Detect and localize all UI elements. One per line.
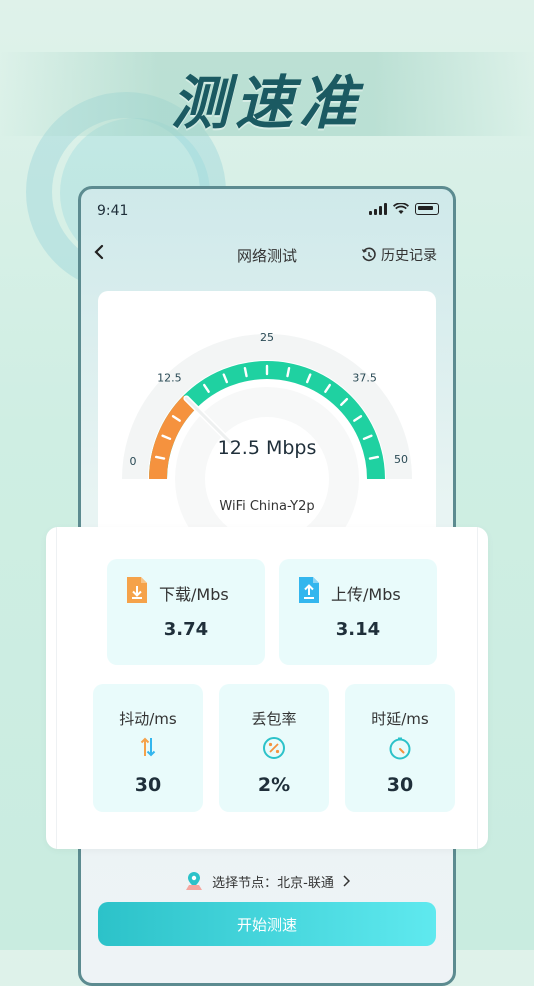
- stats-panel: 下载/Mbs 3.74 上传/Mbs 3.14 抖动/ms 30 丢包率 2% …: [46, 527, 488, 849]
- speed-gauge-card: 0 12.5 25 37.5 50 12.5 Mbps WiFi China-Y2p: [98, 291, 436, 541]
- upload-label: 上传/Mbs: [331, 585, 401, 604]
- jitter-stat-card: 抖动/ms 30: [93, 684, 203, 812]
- speed-gauge: 012.52537.550: [122, 331, 412, 531]
- history-button[interactable]: 历史记录: [361, 245, 437, 265]
- timer-icon: [389, 737, 411, 760]
- jitter-arrows-icon: [140, 737, 156, 757]
- signal-icon: [369, 203, 387, 215]
- gauge-speed-readout: 12.5 Mbps: [217, 437, 317, 459]
- jitter-value: 30: [134, 774, 162, 796]
- latency-stat-card: 时延/ms 30: [345, 684, 455, 812]
- gauge-tick-label: 12.5: [157, 371, 182, 384]
- packet-loss-value: 2%: [257, 774, 291, 796]
- node-label: 选择节点：北京-联通: [212, 875, 334, 891]
- status-icons: [369, 203, 439, 215]
- jitter-label: 抖动/ms: [119, 710, 177, 728]
- gauge-tick: [286, 366, 291, 378]
- upload-file-icon: [299, 577, 319, 603]
- chevron-right-icon: [343, 875, 350, 887]
- download-value: 3.74: [163, 619, 209, 640]
- packet-loss-label: 丢包率: [251, 710, 297, 728]
- wifi-icon: [393, 203, 409, 214]
- gauge-tick-label: 37.5: [352, 371, 377, 384]
- gauge-tick-label: 25: [260, 331, 274, 344]
- status-time: 9:41: [97, 203, 129, 219]
- download-stat-card: 下载/Mbs 3.74: [107, 559, 265, 665]
- battery-icon: [415, 203, 439, 215]
- upload-stat-card: 上传/Mbs 3.14: [279, 559, 437, 665]
- node-selector[interactable]: 选择节点：北京-联通: [0, 870, 534, 892]
- percent-icon: [263, 737, 285, 759]
- history-label: 历史记录: [381, 248, 437, 264]
- history-clock-icon: [361, 247, 376, 262]
- latency-value: 30: [386, 774, 414, 796]
- network-name: WiFi China-Y2p: [219, 499, 315, 514]
- download-file-icon: [127, 577, 147, 603]
- location-pin-icon: [186, 872, 203, 890]
- latency-label: 时延/ms: [371, 710, 429, 728]
- download-label: 下载/Mbs: [159, 585, 229, 604]
- gauge-tick: [243, 366, 248, 378]
- promo-title: 测速准: [170, 69, 363, 137]
- upload-value: 3.14: [335, 619, 381, 640]
- start-test-button[interactable]: 开始测速: [98, 902, 436, 946]
- packet-loss-stat-card: 丢包率 2%: [219, 684, 329, 812]
